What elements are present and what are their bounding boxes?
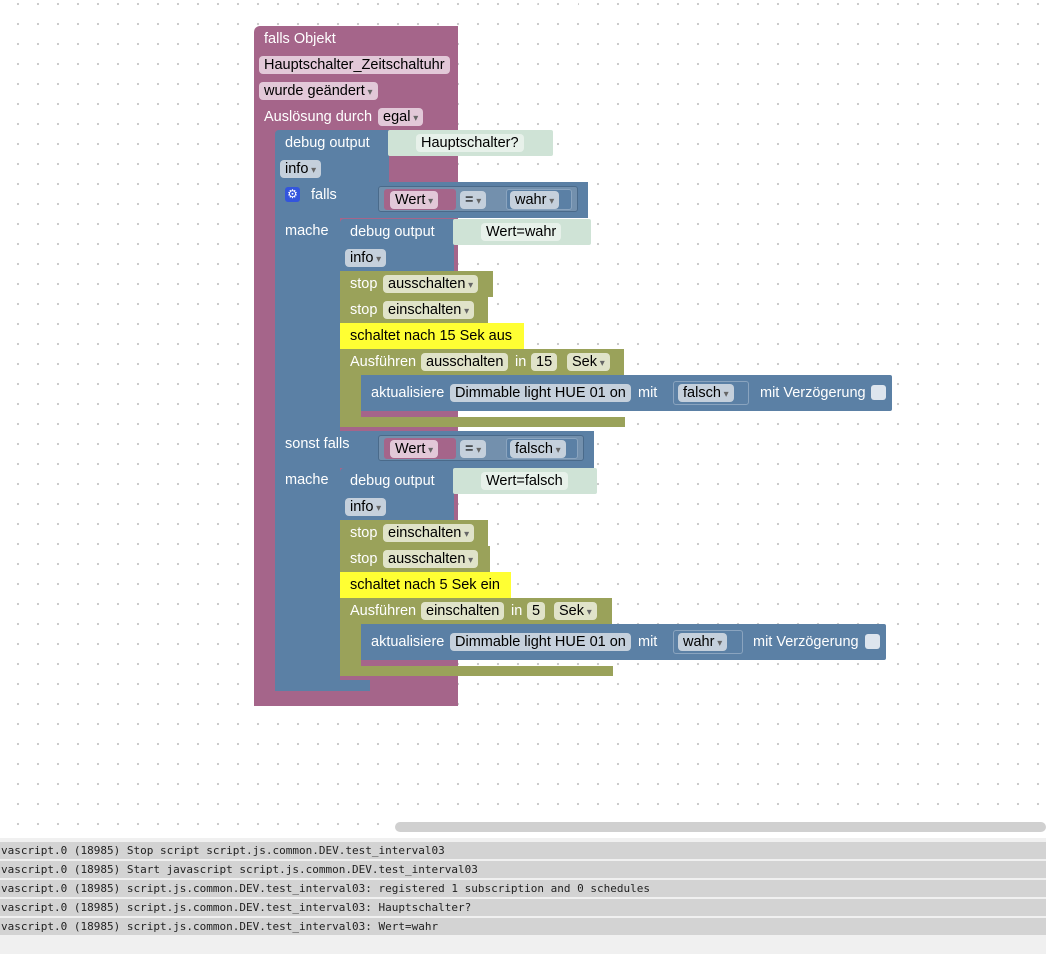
unit-dropdown-2[interactable]: Sek: [554, 602, 597, 620]
delay-label: mit Verzögerung: [760, 385, 866, 401]
debug-text-field-2[interactable]: Wert=wahr: [481, 223, 562, 241]
value-dropdown[interactable]: wahr: [510, 191, 560, 209]
value-dropdown-3[interactable]: falsch: [510, 440, 566, 458]
delay-field[interactable]: 15: [531, 353, 558, 371]
trigger-label: Auslösung durch: [264, 109, 373, 125]
delay-checkbox[interactable]: [871, 385, 886, 400]
exec-label: Ausführen: [350, 354, 417, 370]
do-label-2: mache: [285, 472, 329, 488]
debug-level-dropdown-3[interactable]: info: [345, 498, 387, 516]
debug-output-label: debug output: [285, 135, 370, 151]
delay-field-2[interactable]: 5: [527, 602, 546, 620]
open-quote-icon: “: [398, 0, 410, 25]
comment-text: schaltet nach 15 Sek aus: [350, 328, 513, 344]
log-console: vascript.0 (18985) Stop script script.js…: [0, 838, 1046, 954]
exec-name-field[interactable]: ausschalten: [421, 353, 509, 371]
with-label-2: mit: [638, 634, 658, 650]
log-line: vascript.0 (18985) script.js.common.DEV.…: [0, 880, 1046, 897]
comment-text-2: schaltet nach 5 Sek ein: [350, 577, 500, 593]
horizontal-scrollbar[interactable]: [395, 822, 1046, 832]
stop-label-2: stop: [350, 302, 378, 318]
value-dropdown-4[interactable]: wahr: [678, 633, 728, 651]
stop-label-3: stop: [350, 525, 378, 541]
gear-icon[interactable]: ⚙: [285, 187, 300, 202]
operator-dropdown[interactable]: =: [460, 191, 487, 209]
event-title: falls Objekt: [264, 31, 336, 47]
update-label-2: aktualisiere: [371, 634, 445, 650]
debug-output-label-3: debug output: [350, 473, 435, 489]
with-label: mit: [638, 385, 658, 401]
device-id-field-2[interactable]: Dimmable light HUE 01 on: [450, 633, 631, 651]
unit-dropdown[interactable]: Sek: [567, 353, 610, 371]
close-quote-icon: ”: [528, 0, 540, 25]
debug-text-field[interactable]: Hauptschalter?: [416, 134, 524, 152]
object-id-field[interactable]: Hauptschalter_Zeitschaltuhr: [259, 56, 450, 74]
log-line: vascript.0 (18985) Stop script script.js…: [0, 842, 1046, 859]
stop-timer-dropdown-2[interactable]: einschalten: [383, 301, 475, 319]
delay-checkbox-2[interactable]: [865, 634, 880, 649]
update-label: aktualisiere: [371, 385, 445, 401]
in-label-2: in: [511, 603, 523, 619]
exec-name-field-2[interactable]: einschalten: [421, 602, 505, 620]
do-label: mache: [285, 223, 329, 239]
in-label: in: [515, 354, 527, 370]
open-quote-icon-3: “: [463, 0, 475, 25]
operator-dropdown-2[interactable]: =: [460, 440, 487, 458]
close-quote-icon-3: ”: [573, 0, 585, 25]
debug-output-label-2: debug output: [350, 224, 435, 240]
debug-text-field-3[interactable]: Wert=falsch: [481, 472, 568, 490]
stop-timer-dropdown[interactable]: ausschalten: [383, 275, 479, 293]
delay-label-2: mit Verzögerung: [753, 634, 859, 650]
else-if-label: sonst falls: [285, 436, 350, 452]
stop-timer-dropdown-4[interactable]: ausschalten: [383, 550, 479, 568]
log-line: vascript.0 (18985) script.js.common.DEV.…: [0, 899, 1046, 916]
debug-level-dropdown[interactable]: info: [280, 160, 322, 178]
log-line: vascript.0 (18985) script.js.common.DEV.…: [0, 918, 1046, 935]
log-line: vascript.0 (18985) Start javascript scri…: [0, 861, 1046, 878]
device-id-field[interactable]: Dimmable light HUE 01 on: [450, 384, 631, 402]
trigger-dropdown[interactable]: egal: [378, 108, 424, 126]
value-dropdown-2[interactable]: falsch: [678, 384, 734, 402]
condition-dropdown[interactable]: wurde geändert: [259, 82, 378, 100]
debug-level-dropdown-2[interactable]: info: [345, 249, 387, 267]
if-label: falls: [311, 187, 337, 203]
variable-dropdown-2[interactable]: Wert: [390, 440, 439, 458]
stop-label: stop: [350, 276, 378, 292]
stop-label-4: stop: [350, 551, 378, 567]
exec-label-2: Ausführen: [350, 603, 417, 619]
variable-dropdown[interactable]: Wert: [390, 191, 439, 209]
stop-timer-dropdown-3[interactable]: einschalten: [383, 524, 475, 542]
